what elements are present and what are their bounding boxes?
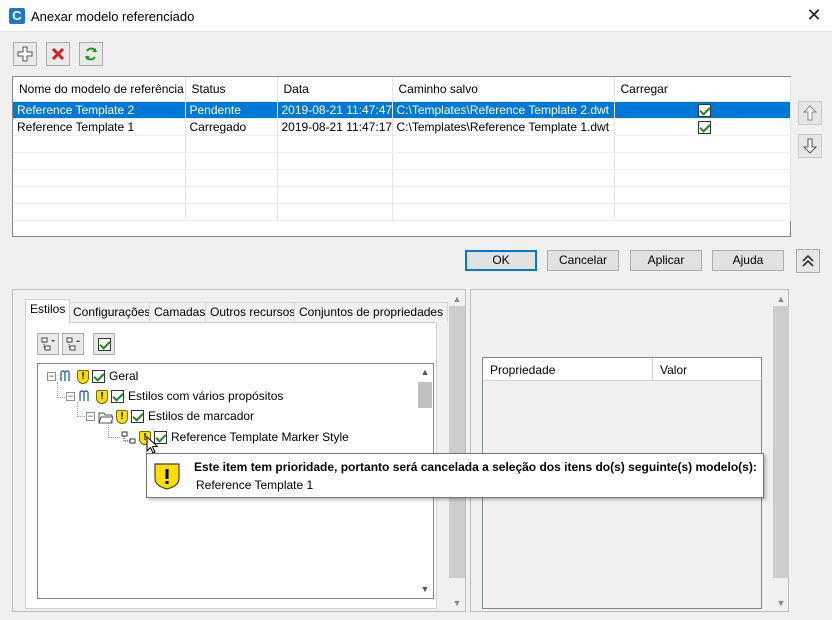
- collapse-button[interactable]: [796, 249, 820, 273]
- tree-item-label: Estilos com vários propósitos: [128, 389, 284, 403]
- warning-icon: !: [116, 409, 128, 424]
- tree-scroll-up-icon[interactable]: ▲: [418, 365, 432, 379]
- close-button[interactable]: ✕: [796, 0, 832, 32]
- tab-camadas[interactable]: Camadas: [149, 302, 211, 322]
- marker-style-icon: [121, 431, 136, 444]
- move-up-button[interactable]: [798, 101, 822, 125]
- tree-connector: [108, 437, 120, 438]
- mouse-cursor-icon: [146, 436, 158, 454]
- cell-name: Reference Template 1: [13, 118, 186, 136]
- apply-button[interactable]: Aplicar: [630, 250, 702, 271]
- cell-path: C:\Templates\Reference Template 2.dwt: [392, 101, 615, 119]
- ok-button[interactable]: OK: [465, 250, 537, 271]
- warning-icon: !: [77, 369, 89, 384]
- tree-item-label: Geral: [109, 369, 139, 383]
- remove-template-button[interactable]: [46, 42, 70, 66]
- delete-x-icon: [51, 47, 65, 61]
- warning-icon: !: [96, 389, 108, 404]
- style-group-icon: [60, 370, 70, 381]
- tree-checkbox[interactable]: [131, 410, 144, 424]
- column-divider[interactable]: [652, 358, 653, 381]
- priority-tooltip: Este item tem prioridade, portanto será …: [146, 453, 764, 498]
- column-header-path[interactable]: Caminho salvo: [392, 77, 615, 102]
- table-row-empty: [13, 169, 791, 187]
- tooltip-message: Este item tem prioridade, portanto será …: [194, 460, 757, 474]
- tab-configuracoes[interactable]: Configurações: [68, 302, 156, 322]
- column-header-load[interactable]: Carregar: [614, 77, 791, 102]
- column-header-status[interactable]: Status: [185, 77, 278, 102]
- load-checkbox[interactable]: [697, 103, 711, 117]
- right-panel-scrollbar[interactable]: [773, 306, 789, 578]
- style-group-icon: [79, 390, 89, 401]
- arrow-up-icon: [802, 105, 818, 121]
- tab-outros-recursos[interactable]: Outros recursos: [205, 302, 301, 322]
- tree-item-multi-purpose-styles[interactable]: −! Estilos com vários propósitos: [66, 387, 283, 405]
- load-checkbox[interactable]: [697, 120, 711, 134]
- cell-path: C:\Templates\Reference Template 1.dwt: [392, 118, 615, 136]
- cell-date: 2019-08-21 11:47:47: [277, 101, 393, 119]
- table-row[interactable]: Reference Template 1 Carregado 2019-08-2…: [13, 118, 791, 136]
- collapse-node-icon[interactable]: −: [47, 372, 56, 382]
- tree-checkbox[interactable]: [92, 370, 105, 384]
- cell-load: [614, 101, 791, 119]
- move-down-button[interactable]: [798, 134, 822, 158]
- tree-item-label: Reference Template Marker Style: [171, 430, 349, 444]
- left-scroll-down-icon[interactable]: ▼: [449, 596, 465, 610]
- column-header-property[interactable]: Propriedade: [490, 363, 555, 377]
- collapse-node-icon[interactable]: −: [86, 412, 95, 422]
- tooltip-item: Reference Template 1: [196, 478, 314, 492]
- column-header-name[interactable]: Nome do modelo de referência: [13, 77, 186, 102]
- tab-conjuntos-de-propriedades[interactable]: Conjuntos de propriedades: [294, 302, 449, 322]
- tree-scrollbar-thumb[interactable]: [418, 382, 432, 408]
- cell-status: Pendente: [185, 101, 278, 119]
- tree-item-label: Estilos de marcador: [148, 409, 255, 423]
- table-row-empty: [13, 135, 791, 153]
- left-panel-scrollbar[interactable]: [449, 306, 465, 578]
- right-scroll-down-icon[interactable]: ▼: [773, 596, 789, 610]
- right-scroll-up-icon[interactable]: ▲: [773, 292, 789, 306]
- cell-name: Reference Template 2: [13, 101, 186, 119]
- open-folder-icon: [98, 412, 114, 424]
- tab-estilos[interactable]: Estilos: [25, 299, 71, 323]
- table-row-empty: [13, 152, 791, 170]
- warning-shield-icon: [154, 463, 180, 490]
- refresh-icon: [85, 47, 97, 61]
- table-row[interactable]: Reference Template 2 Pendente 2019-08-21…: [13, 101, 791, 119]
- tree-expand-icon: [41, 337, 55, 351]
- window-title: Anexar modelo referenciado: [31, 9, 195, 24]
- expand-tree-button[interactable]: [37, 333, 59, 355]
- tree-item-geral[interactable]: −! Geral: [47, 367, 138, 385]
- table-row-empty: [13, 186, 791, 204]
- collapse-node-icon[interactable]: −: [66, 392, 75, 402]
- collapse-tree-button[interactable]: [62, 333, 84, 355]
- tree-scroll-down-icon[interactable]: ▼: [418, 582, 432, 596]
- checkmark-icon: [97, 338, 111, 352]
- app-icon: C: [9, 8, 25, 24]
- left-scroll-up-icon[interactable]: ▲: [449, 292, 465, 306]
- template-grid: Nome do modelo de referência Status Data…: [13, 77, 791, 221]
- arrow-down-icon: [802, 138, 818, 154]
- check-all-button[interactable]: [93, 333, 115, 355]
- plus-icon: [17, 46, 33, 62]
- reference-template-table: Nome do modelo de referência Status Data…: [12, 76, 791, 237]
- help-button[interactable]: Ajuda: [712, 250, 784, 271]
- cancel-button[interactable]: Cancelar: [547, 250, 619, 271]
- column-header-value[interactable]: Valor: [660, 363, 687, 377]
- cell-date: 2019-08-21 11:47:17: [277, 118, 393, 136]
- tree-item-marker-styles[interactable]: −! Estilos de marcador: [86, 407, 254, 425]
- add-template-button[interactable]: [13, 42, 37, 66]
- double-chevron-up-icon: [802, 254, 814, 267]
- table-row-empty: [13, 203, 791, 221]
- column-header-date[interactable]: Data: [277, 77, 393, 102]
- tree-collapse-icon: [66, 337, 80, 351]
- cell-load: [614, 118, 791, 136]
- tree-checkbox[interactable]: [111, 390, 124, 404]
- cell-status: Carregado: [185, 118, 278, 136]
- refresh-button[interactable]: [79, 42, 103, 66]
